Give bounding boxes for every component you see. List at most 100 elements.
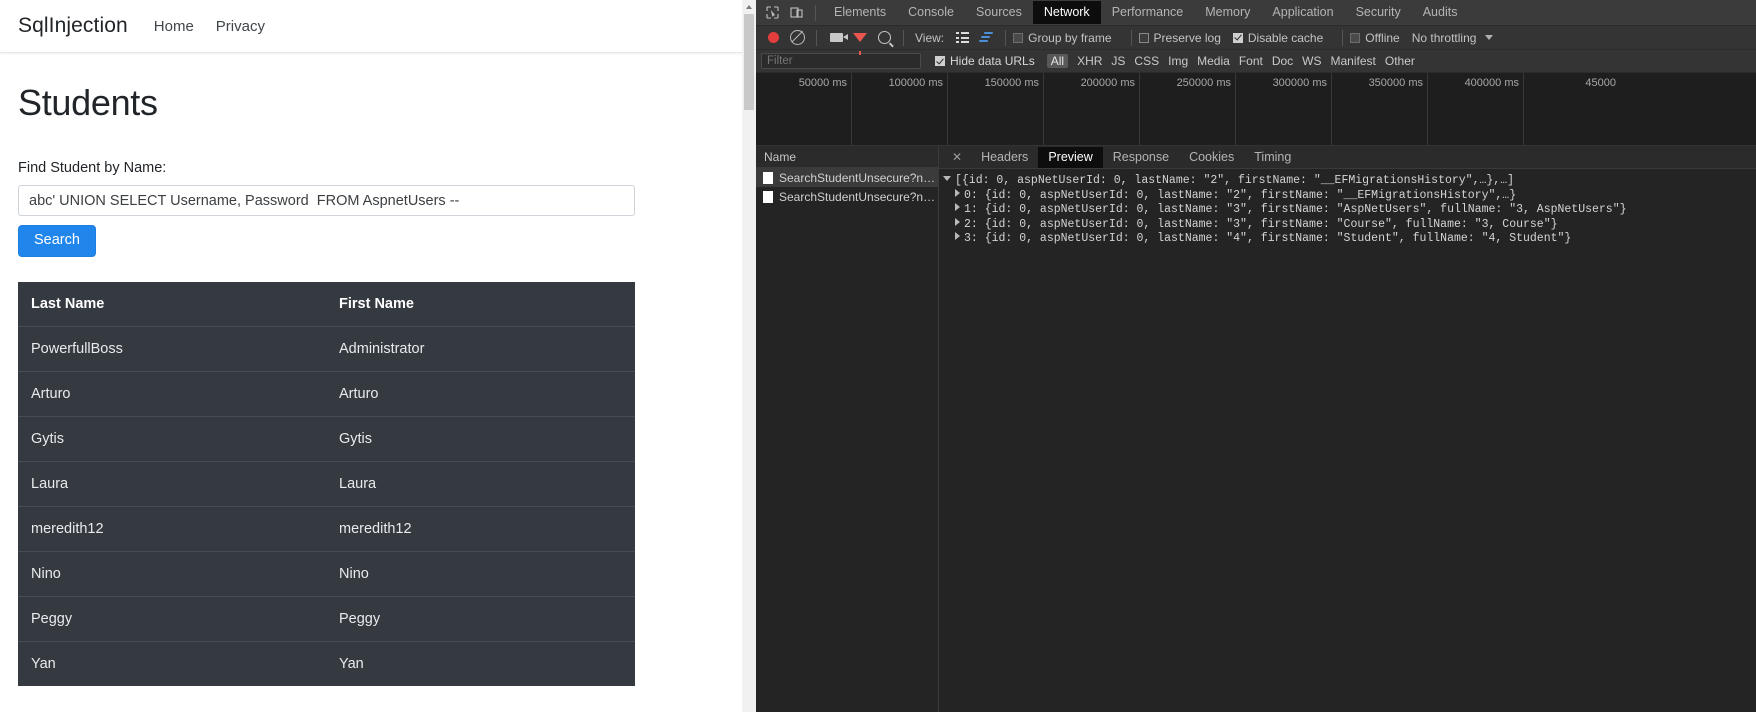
nav-link-home[interactable]: Home — [154, 18, 194, 35]
request-list-pane: Name SearchStudentUnsecure?name… SearchS… — [756, 146, 939, 712]
search-button[interactable]: Search — [18, 225, 96, 257]
cell-first-name: Nino — [326, 550, 635, 596]
timeline-tick-label: 250000 ms — [1176, 77, 1231, 89]
filter-type-all[interactable]: All — [1046, 54, 1069, 68]
clear-icon[interactable] — [786, 27, 808, 49]
tab-performance[interactable]: Performance — [1101, 1, 1195, 24]
timeline-cell: 300000 ms — [1236, 73, 1332, 145]
filter-type-js[interactable]: JS — [1111, 54, 1125, 68]
filter-type-ws[interactable]: WS — [1302, 54, 1321, 68]
cell-last-name: Nino — [18, 550, 326, 596]
filter-type-font[interactable]: Font — [1239, 54, 1263, 68]
chevron-right-icon[interactable] — [955, 203, 960, 211]
column-header-last-name: Last Name — [18, 281, 326, 327]
chevron-right-icon[interactable] — [955, 232, 960, 240]
json-line-text: 2: {id: 0, aspNetUserId: 0, lastName: "3… — [964, 217, 1558, 231]
filter-type-other[interactable]: Other — [1385, 54, 1415, 68]
page-scrollbar[interactable] — [742, 0, 756, 712]
camera-icon[interactable] — [825, 27, 848, 49]
chevron-right-icon[interactable] — [955, 217, 960, 226]
detail-tab-timing[interactable]: Timing — [1244, 147, 1301, 168]
tab-audits[interactable]: Audits — [1412, 1, 1469, 24]
json-line[interactable]: 2: {id: 0, aspNetUserId: 0, lastName: "3… — [943, 217, 1756, 233]
page-body: Students Find Student by Name: Search La… — [0, 82, 742, 686]
devtools-tabstrip: Elements Console Sources Network Perform… — [756, 0, 1756, 26]
tab-security[interactable]: Security — [1345, 1, 1412, 24]
filter-funnel-icon[interactable] — [849, 27, 871, 55]
table-row: Yan Yan — [18, 640, 635, 686]
request-row[interactable]: SearchStudentUnsecure?name… — [756, 187, 938, 206]
preserve-log-checkbox[interactable]: Preserve log — [1138, 31, 1221, 45]
record-icon[interactable] — [762, 27, 784, 49]
filter-type-media[interactable]: Media — [1197, 54, 1230, 68]
filter-type-img[interactable]: Img — [1168, 54, 1188, 68]
filter-input[interactable] — [761, 53, 921, 69]
group-by-frame-checkbox[interactable]: Group by frame — [1013, 31, 1112, 45]
search-icon[interactable] — [873, 27, 895, 49]
json-line[interactable]: 3: {id: 0, aspNetUserId: 0, lastName: "4… — [943, 232, 1756, 247]
students-table-body: PowerfullBoss Administrator Arturo Artur… — [18, 325, 635, 686]
chevron-down-icon — [1485, 35, 1494, 40]
chevron-right-icon[interactable] — [955, 188, 960, 197]
preview-json-viewer[interactable]: [{id: 0, aspNetUserId: 0, lastName: "2",… — [939, 169, 1756, 712]
detail-tab-response[interactable]: Response — [1103, 147, 1179, 168]
navbar: SqlInjection Home Privacy — [0, 0, 742, 53]
tab-application[interactable]: Application — [1261, 1, 1344, 24]
cell-last-name: Arturo — [18, 370, 326, 416]
detail-tab-cookies[interactable]: Cookies — [1179, 147, 1244, 168]
request-row[interactable]: SearchStudentUnsecure?name… — [756, 168, 938, 187]
document-icon — [763, 171, 773, 184]
scroll-up-arrow[interactable] — [742, 0, 756, 14]
tab-console[interactable]: Console — [897, 1, 965, 24]
throttling-select[interactable]: No throttling — [1412, 31, 1494, 45]
tab-memory[interactable]: Memory — [1194, 1, 1261, 24]
json-line[interactable]: 1: {id: 0, aspNetUserId: 0, lastName: "3… — [943, 203, 1756, 218]
device-toolbar-icon[interactable] — [785, 2, 807, 24]
json-line-text: 3: {id: 0, aspNetUserId: 0, lastName: "4… — [964, 232, 1572, 245]
tab-network[interactable]: Network — [1032, 1, 1101, 24]
json-line[interactable]: [{id: 0, aspNetUserId: 0, lastName: "2",… — [943, 174, 1756, 189]
toolbar-divider-3 — [1005, 29, 1007, 46]
filter-type-doc[interactable]: Doc — [1272, 54, 1293, 68]
json-line[interactable]: 0: {id: 0, aspNetUserId: 0, lastName: "2… — [943, 188, 1756, 204]
view-label: View: — [915, 30, 945, 45]
cell-last-name: Gytis — [18, 415, 326, 461]
close-icon[interactable]: ✕ — [943, 150, 971, 164]
json-line-text: [{id: 0, aspNetUserId: 0, lastName: "2",… — [955, 174, 1514, 187]
offline-checkbox[interactable]: Offline — [1350, 31, 1400, 45]
timeline-tick-label: 200000 ms — [1080, 77, 1135, 89]
tab-elements[interactable]: Elements — [823, 1, 897, 24]
table-row: PowerfullBoss Administrator — [18, 325, 635, 371]
toolbar-divider-4 — [1130, 29, 1132, 46]
network-overview-timeline[interactable]: 50000 ms 100000 ms 150000 ms 200000 ms 2… — [756, 73, 1756, 146]
throttling-value: No throttling — [1411, 30, 1477, 45]
tab-sources[interactable]: Sources — [965, 1, 1033, 24]
table-row: Nino Nino — [18, 550, 635, 596]
detail-tab-preview[interactable]: Preview — [1038, 146, 1103, 168]
hide-data-urls-checkbox[interactable]: Hide data URLs — [935, 54, 1035, 68]
checkbox-box — [1232, 32, 1243, 43]
filter-type-xhr[interactable]: XHR — [1077, 54, 1102, 68]
checkbox-box — [1138, 32, 1149, 43]
timeline-cell: 350000 ms — [1332, 73, 1428, 145]
brand-logo[interactable]: SqlInjection — [18, 14, 128, 38]
cell-first-name: Laura — [326, 460, 635, 506]
search-input[interactable] — [18, 185, 635, 216]
timeline-tick-label: 100000 ms — [888, 77, 943, 89]
chevron-down-icon[interactable] — [943, 176, 951, 181]
cell-first-name: Peggy — [326, 595, 635, 641]
timeline-cell: 45000 — [1524, 73, 1620, 145]
waterfall-view-icon[interactable] — [975, 27, 997, 49]
filter-type-css[interactable]: CSS — [1134, 54, 1159, 68]
nav-link-privacy[interactable]: Privacy — [216, 18, 265, 35]
list-view-icon[interactable] — [951, 27, 973, 49]
cell-first-name: meredith12 — [326, 505, 635, 551]
detail-tabstrip: ✕ Headers Preview Response Cookies Timin… — [939, 146, 1756, 169]
detail-tab-headers[interactable]: Headers — [971, 147, 1038, 168]
inspect-element-icon[interactable] — [761, 2, 783, 24]
request-list-header[interactable]: Name — [756, 146, 938, 168]
filter-type-manifest[interactable]: Manifest — [1331, 54, 1376, 68]
disable-cache-checkbox[interactable]: Disable cache — [1232, 31, 1323, 45]
students-table: Last Name First Name PowerfullBoss Admin… — [18, 281, 635, 686]
scrollbar-thumb[interactable] — [744, 14, 754, 110]
